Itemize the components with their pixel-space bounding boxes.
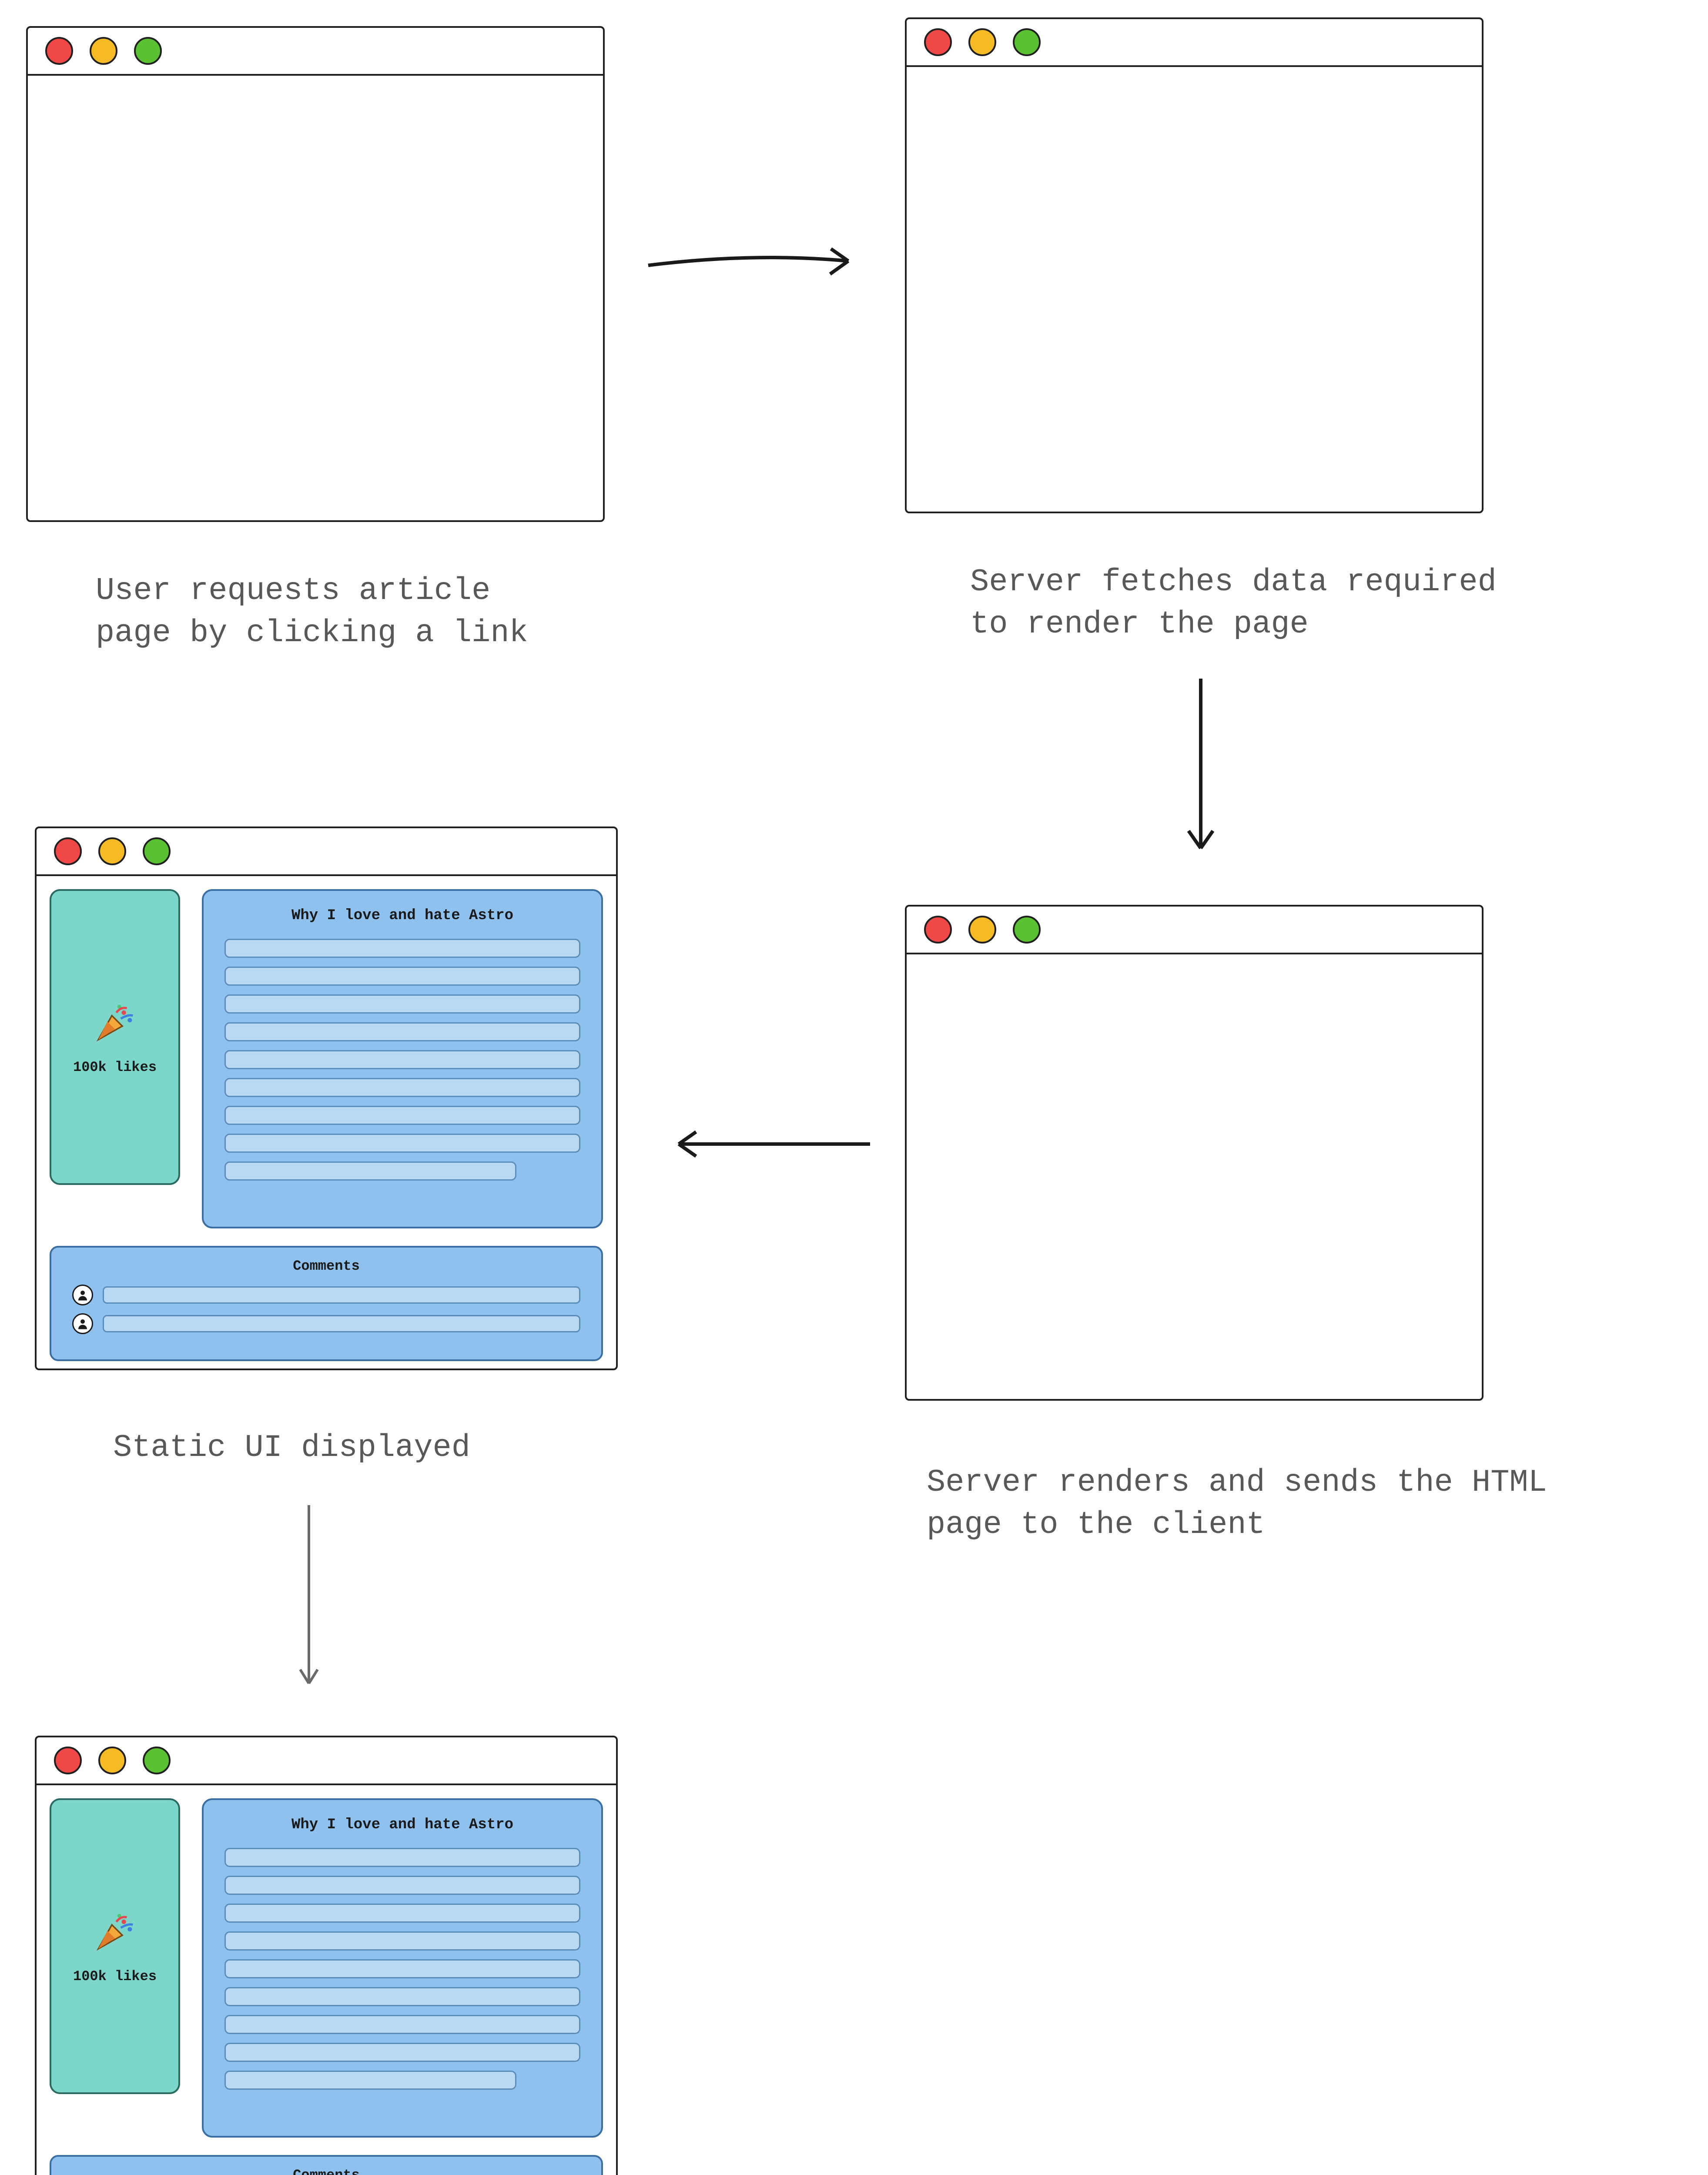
- viewport-empty: [907, 67, 1482, 512]
- comment-text-placeholder: [103, 1286, 580, 1304]
- article-body-placeholder: [224, 939, 580, 1181]
- minimize-icon: [968, 28, 996, 56]
- titlebar: [37, 1737, 616, 1785]
- avatar-icon: [72, 1313, 93, 1334]
- caption-step1: User requests article page by clicking a…: [96, 570, 528, 654]
- close-icon: [54, 837, 82, 865]
- viewport-populated: 100k likes Why I love and hate Astro Com…: [37, 1785, 616, 2175]
- diagram-canvas: User requests article page by clicking a…: [0, 0, 1708, 2175]
- comment-text-placeholder: [103, 1315, 580, 1332]
- comments-heading: Comments: [72, 1258, 580, 1274]
- likes-sidebar[interactable]: 100k likes: [50, 1798, 180, 2094]
- browser-window-step1: [26, 26, 605, 522]
- article-body-placeholder: [224, 1848, 580, 2090]
- viewport-empty: [28, 76, 603, 520]
- zoom-icon: [1013, 28, 1041, 56]
- close-icon: [45, 37, 73, 65]
- arrow-step3-to-step4: [653, 1114, 879, 1174]
- arrow-step2-to-step3: [1166, 670, 1236, 870]
- comment-row: [72, 1313, 580, 1334]
- likes-count: 100k likes: [73, 1968, 157, 1984]
- browser-window-step2: [905, 17, 1484, 513]
- comments-card: Comments: [50, 1246, 603, 1361]
- minimize-icon: [90, 37, 117, 65]
- article-card: Why I love and hate Astro: [202, 889, 603, 1228]
- arrow-step1-to-step2: [640, 226, 870, 296]
- likes-count: 100k likes: [73, 1059, 157, 1075]
- minimize-icon: [968, 916, 996, 944]
- viewport-empty: [907, 954, 1482, 1399]
- article-card: Why I love and hate Astro: [202, 1798, 603, 2138]
- caption-step4: Static UI displayed: [113, 1427, 470, 1469]
- titlebar: [37, 828, 616, 876]
- arrow-step4-to-step5: [278, 1496, 339, 1705]
- avatar-icon: [72, 1285, 93, 1305]
- close-icon: [54, 1747, 82, 1774]
- likes-sidebar: 100k likes: [50, 889, 180, 1185]
- viewport-populated: 100k likes Why I love and hate Astro Com…: [37, 876, 616, 1369]
- browser-window-step3: [905, 905, 1484, 1401]
- minimize-icon: [98, 1747, 126, 1774]
- browser-window-step4: 100k likes Why I love and hate Astro Com…: [35, 826, 618, 1370]
- article-title: Why I love and hate Astro: [224, 1817, 580, 1833]
- titlebar: [907, 907, 1482, 954]
- close-icon: [924, 28, 952, 56]
- comments-card[interactable]: Comments: [50, 2155, 603, 2175]
- caption-step3: Server renders and sends the HTML page t…: [927, 1462, 1547, 1546]
- titlebar: [28, 28, 603, 76]
- comment-row: [72, 1285, 580, 1305]
- zoom-icon: [143, 837, 171, 865]
- article-title: Why I love and hate Astro: [224, 907, 580, 924]
- minimize-icon: [98, 837, 126, 865]
- close-icon: [924, 916, 952, 944]
- zoom-icon: [1013, 916, 1041, 944]
- titlebar: [907, 19, 1482, 67]
- zoom-icon: [143, 1747, 171, 1774]
- party-popper-icon: [91, 999, 139, 1047]
- zoom-icon: [134, 37, 162, 65]
- browser-window-step5: 100k likes Why I love and hate Astro Com…: [35, 1736, 618, 2175]
- party-popper-icon: [91, 1908, 139, 1956]
- comments-heading: Comments: [72, 2167, 580, 2175]
- caption-step2: Server fetches data required to render t…: [970, 561, 1497, 646]
